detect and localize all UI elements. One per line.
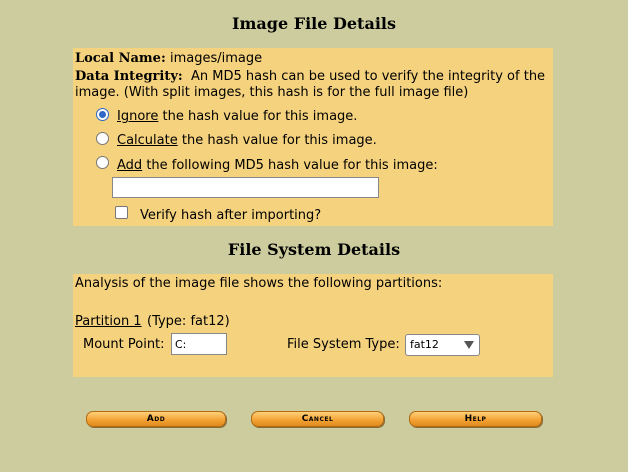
calculate-hash-radio[interactable] <box>96 132 109 145</box>
ignore-hash-radio[interactable] <box>96 108 109 121</box>
local-name-label: Local Name: <box>75 51 166 66</box>
add-rest: the following MD5 hash value for this im… <box>146 158 438 173</box>
add-button[interactable]: Add <box>86 411 226 427</box>
help-button[interactable]: Help <box>409 411 542 427</box>
add-hash-label[interactable]: Add the following MD5 hash value for thi… <box>117 158 438 173</box>
ignore-hash-label[interactable]: Ignore the hash value for this image. <box>117 109 357 124</box>
calculate-word: Calculate <box>117 133 178 148</box>
data-integrity-text: An MD5 hash can be used to verify the in… <box>191 69 546 84</box>
fs-type-label: File System Type: <box>287 337 400 352</box>
verify-hash-checkbox[interactable] <box>115 206 128 219</box>
verify-hash-label: Verify hash after importing? <box>140 208 322 223</box>
add-word: Add <box>117 158 143 173</box>
partition-type: (Type: fat12) <box>147 314 230 329</box>
analysis-text: Analysis of the image file shows the fol… <box>75 276 443 291</box>
fs-type-select[interactable]: fat12 <box>405 334 480 356</box>
image-details-panel: Local Name: images/image Data Integrity:… <box>73 48 553 226</box>
mount-point-input[interactable] <box>171 333 227 355</box>
file-system-details-heading: File System Details <box>227 240 401 259</box>
chevron-down-icon <box>464 341 474 349</box>
ignore-rest: the hash value for this image. <box>162 109 358 124</box>
add-hash-radio[interactable] <box>96 156 109 169</box>
file-system-panel: Analysis of the image file shows the fol… <box>73 274 553 377</box>
cancel-button[interactable]: Cancel <box>251 411 384 427</box>
partition-link[interactable]: Partition 1 <box>75 314 142 329</box>
local-name-value: images/image <box>170 51 263 66</box>
data-integrity-label: Data Integrity: <box>75 69 183 84</box>
calculate-hash-label[interactable]: Calculate the hash value for this image. <box>117 133 377 148</box>
data-integrity-text-cont: image. (With split images, this hash is … <box>75 85 469 100</box>
calculate-rest: the hash value for this image. <box>181 133 377 148</box>
ignore-word: Ignore <box>117 109 159 124</box>
image-file-details-heading: Image File Details <box>232 14 396 33</box>
fs-type-selected-value: fat12 <box>410 338 439 351</box>
mount-point-label: Mount Point: <box>83 337 165 352</box>
md5-hash-input[interactable] <box>112 177 379 198</box>
